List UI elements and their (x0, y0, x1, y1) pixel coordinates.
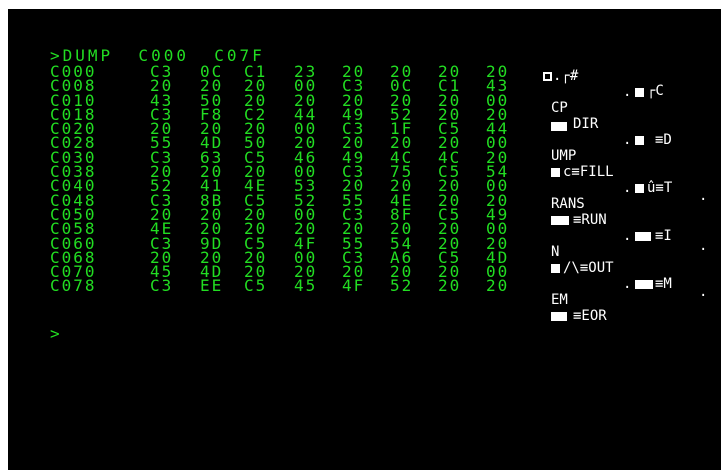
dump-byte: 52 (390, 276, 414, 296)
dump-address: C078 (50, 276, 97, 296)
panel-text-19: ≡M (655, 276, 672, 292)
panel-text-10: . (623, 180, 632, 196)
dump-byte: C3 (150, 276, 174, 296)
panel-text-15: ≡I (655, 228, 672, 244)
panel-text-5: DIR (573, 116, 599, 132)
panel-text-4: CP (551, 100, 568, 116)
block-glyph (551, 168, 560, 177)
command-line: >DUMP C000 C07F (50, 46, 265, 65)
panel-text-22: . (699, 188, 708, 204)
panel-text-1: .┌# (553, 68, 579, 84)
panel-text-2: . (623, 84, 632, 100)
panel-text-18: . (623, 276, 632, 292)
block-glyph (635, 136, 644, 145)
terminal-screen: >DUMP C000 C07F C000 C3 0C C1 23 20 20 20 20 C008… (8, 9, 721, 470)
panel-text-8: UMP (551, 148, 577, 164)
panel-text-16: N (551, 244, 560, 260)
dump-byte: C5 (244, 276, 268, 296)
block-glyph (551, 312, 567, 321)
panel-text-12: RANS (551, 196, 585, 212)
dump-byte: 20 (486, 276, 510, 296)
block-glyph (635, 232, 651, 241)
dump-byte: 20 (438, 276, 462, 296)
panel-text-14: . (623, 228, 632, 244)
panel-text-23: . (699, 238, 708, 254)
panel-text-3: ┌C (647, 83, 664, 99)
dump-byte: 45 (294, 276, 318, 296)
block-glyph (635, 88, 644, 97)
panel-text-7: ≡D (655, 132, 672, 148)
panel-text-6: . (623, 132, 632, 148)
panel-text-9: c≡FILL (563, 164, 614, 180)
block-hole (545, 74, 550, 79)
panel-text-13: ≡RUN (573, 212, 607, 228)
block-glyph (551, 264, 560, 273)
dump-byte: EE (200, 276, 224, 296)
panel-text-11: û≡T (647, 180, 673, 196)
block-glyph (635, 280, 653, 289)
block-glyph (551, 122, 567, 131)
dump-byte: 4F (342, 276, 366, 296)
panel-text-24: . (699, 284, 708, 300)
panel-text-21: ≡EOR (573, 308, 607, 324)
panel-text-20: EM (551, 292, 568, 308)
input-prompt[interactable]: > (50, 326, 60, 342)
block-glyph (551, 216, 569, 225)
panel-text-17: /\≡OUT (563, 260, 614, 276)
block-glyph (635, 184, 644, 193)
